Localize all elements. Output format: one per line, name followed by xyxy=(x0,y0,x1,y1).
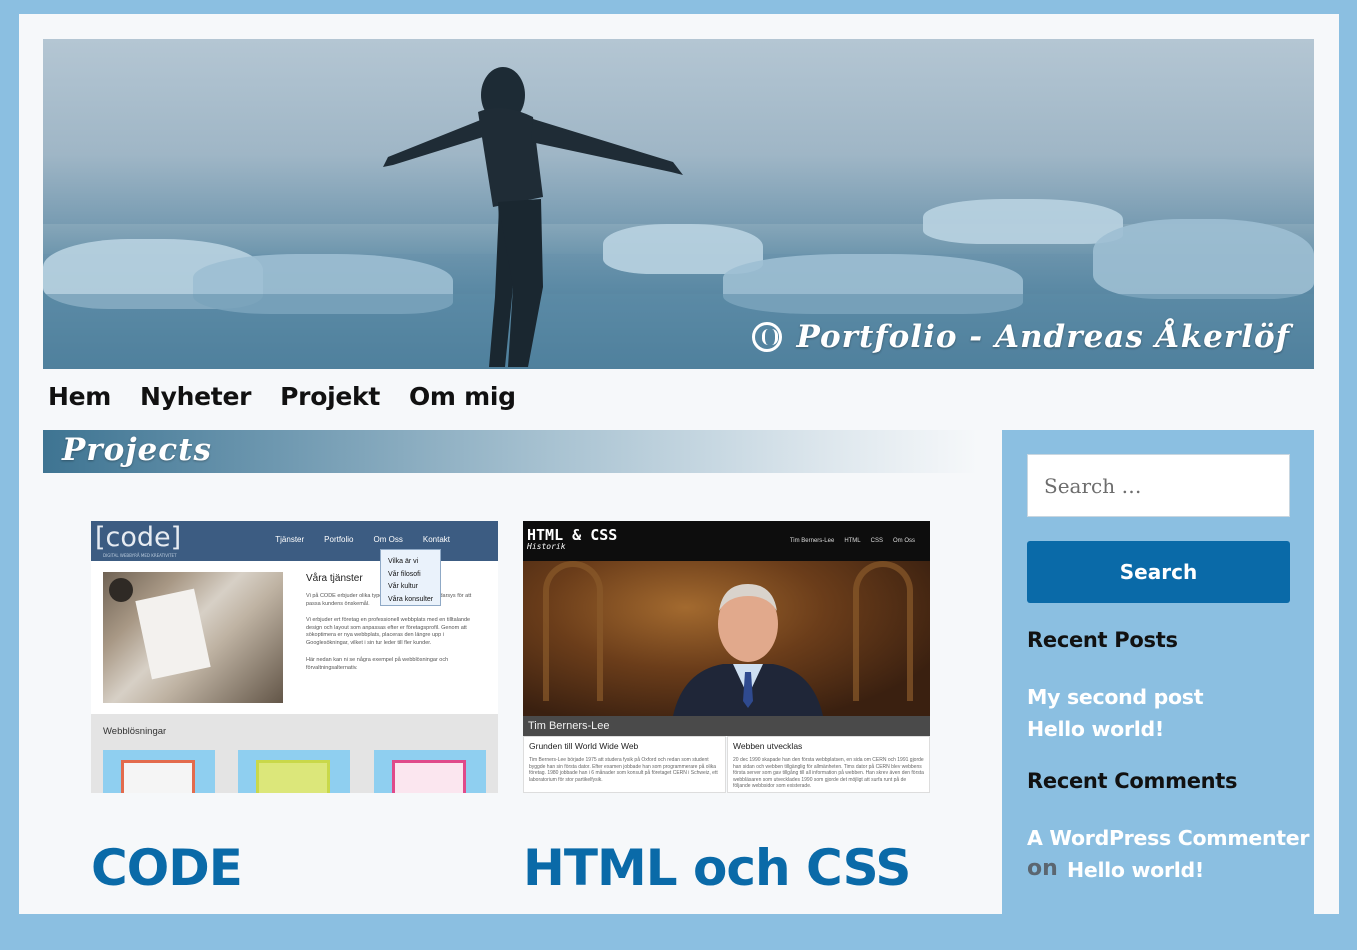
project-thumbnail[interactable]: [code] DIGITAL WEBBYRÅ MED KREATIVITET T… xyxy=(91,521,498,793)
thumb-menu-item: Om Oss xyxy=(893,538,915,544)
thumb-heading: Våra tjänster xyxy=(306,573,363,584)
page-container: Portfolio - Andreas Åkerlöf Hem Nyheter … xyxy=(19,14,1339,950)
photo-arch xyxy=(543,561,603,701)
person-silhouette xyxy=(383,67,683,367)
thumb-menu-item: Portfolio xyxy=(324,535,354,544)
search-button[interactable]: Search xyxy=(1027,541,1290,603)
banner-ice xyxy=(923,199,1123,244)
thumb-column: Grunden till World Wide Web Tim Berners-… xyxy=(523,736,726,793)
thumb-menu-item: Om Oss xyxy=(373,535,403,544)
thumb-menu: Tim Berners-Lee HTML CSS Om Oss xyxy=(790,538,915,544)
photo-arch xyxy=(853,561,913,701)
thumb-menu-item: Kontakt xyxy=(422,535,450,544)
comment-on-text: on xyxy=(1027,856,1058,881)
thumb-tagline: DIGITAL WEBBYRÅ MED KREATIVITET xyxy=(103,553,177,558)
project-thumbnail[interactable]: HTML & CSS Historik Tim Berners-Lee HTML… xyxy=(523,521,930,793)
thumb-tile xyxy=(238,750,350,793)
thumb-dropdown-item: Vilka är vi xyxy=(388,558,419,565)
thumb-menu: Tjänster Portfolio Om Oss Kontakt xyxy=(275,535,450,544)
site-title-text[interactable]: Portfolio - Andreas Åkerlöf xyxy=(796,319,1290,355)
nav-item-nyheter[interactable]: Nyheter xyxy=(140,382,251,411)
thumb-tile xyxy=(374,750,486,793)
paper-sheet xyxy=(135,588,211,680)
thumb-section: Webblösningar xyxy=(91,714,498,793)
project-card-code[interactable]: [code] DIGITAL WEBBYRÅ MED KREATIVITET T… xyxy=(91,521,498,897)
site-title[interactable]: Portfolio - Andreas Åkerlöf xyxy=(752,319,1290,355)
section-header: Projects xyxy=(43,430,978,473)
thumb-tile xyxy=(103,750,215,793)
thumb-logo: HTML & CSS Historik xyxy=(527,526,617,551)
recent-post-link[interactable]: Hello world! xyxy=(1027,717,1164,741)
thumb-menu-item: HTML xyxy=(844,538,861,544)
sidebar: Search Recent Posts My second post Hello… xyxy=(1002,430,1314,950)
thumb-column-text: 20 dec 1990 skapade han den första webbp… xyxy=(733,757,924,789)
project-title[interactable]: CODE xyxy=(91,839,243,897)
thumb-dropdown-item: Vår filosofi xyxy=(388,570,421,578)
site-logo-icon xyxy=(752,322,783,352)
thumb-column-title: Grunden till World Wide Web xyxy=(529,741,639,751)
nav-item-projekt[interactable]: Projekt xyxy=(280,382,380,411)
search-input[interactable] xyxy=(1027,454,1290,517)
thumb-dropdown: Vilka är vi Vår filosofi Vår kultur Våra… xyxy=(380,549,441,606)
recent-post-link[interactable]: My second post xyxy=(1027,685,1204,709)
thumb-header: HTML & CSS Historik Tim Berners-Lee HTML… xyxy=(523,521,930,561)
thumb-menu-item: Tjänster xyxy=(275,535,305,544)
thumb-menu-item: CSS xyxy=(870,538,883,544)
main-nav: Hem Nyheter Projekt Om mig xyxy=(48,382,516,411)
thumb-menu-item: Tim Berners-Lee xyxy=(789,538,835,544)
thumb-photo xyxy=(523,561,930,716)
banner-ice xyxy=(1093,219,1314,299)
thumb-logo-text: [code] xyxy=(95,522,182,553)
thumb-photo xyxy=(103,572,283,703)
comment-author-link[interactable]: A WordPress Commenter xyxy=(1027,826,1310,850)
project-title[interactable]: HTML och CSS xyxy=(523,839,911,897)
thumb-column-text: Tim Berners-Lee började 1975 att studera… xyxy=(529,757,718,783)
project-card-html-css[interactable]: HTML & CSS Historik Tim Berners-Lee HTML… xyxy=(523,521,930,897)
thumb-paragraph: Vi erbjuder ert företag en professionell… xyxy=(306,617,471,646)
nav-item-om-mig[interactable]: Om mig xyxy=(409,382,516,411)
comment-post-link[interactable]: Hello world! xyxy=(1067,858,1204,882)
thumb-column-title: Webben utvecklas xyxy=(733,741,803,751)
thumb-caption: Tim Berners-Lee xyxy=(523,716,930,736)
thumb-column: Webben utvecklas 20 dec 1990 skapade han… xyxy=(727,736,930,793)
header-banner[interactable]: Portfolio - Andreas Åkerlöf xyxy=(43,39,1314,369)
thumb-section-title: Webblösningar xyxy=(103,726,167,737)
section-title: Projects xyxy=(62,432,212,468)
thumb-dropdown-item: Vår kultur xyxy=(388,583,418,590)
coffee-cup xyxy=(109,578,133,602)
recent-posts-title: Recent Posts xyxy=(1027,628,1178,652)
nav-item-hem[interactable]: Hem xyxy=(48,382,111,411)
thumb-paragraph: Här nedan kan ni se några exempel på web… xyxy=(306,657,449,671)
thumb-logo: [code] DIGITAL WEBBYRÅ MED KREATIVITET xyxy=(95,522,182,558)
portrait xyxy=(673,584,823,716)
recent-comments-title: Recent Comments xyxy=(1027,769,1238,793)
thumb-dropdown-item: Våra konsulter xyxy=(388,595,434,603)
